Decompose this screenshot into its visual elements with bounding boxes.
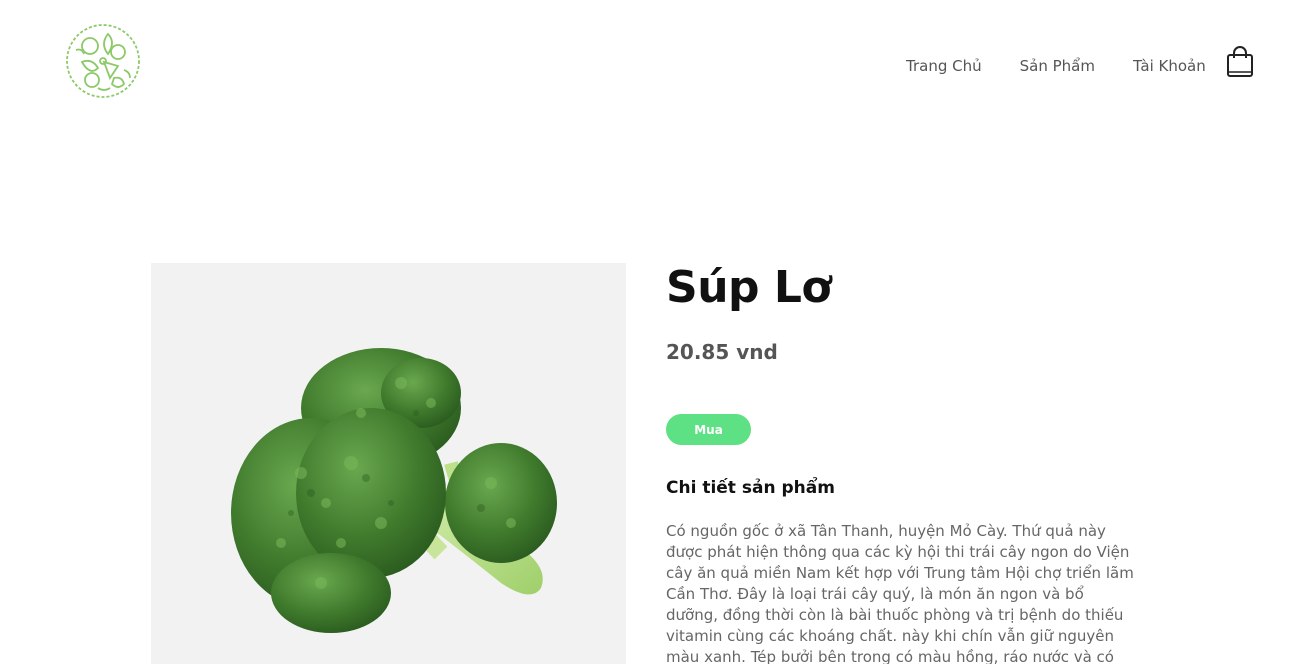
product-title: Súp Lơ: [666, 262, 832, 313]
shopping-bag-icon[interactable]: [1226, 46, 1254, 78]
product-image: [151, 263, 626, 664]
vegetable-logo-icon[interactable]: [64, 22, 142, 100]
product-info: Súp Lơ 20.85 vnd Mua Chi tiết sản phẩm C…: [666, 262, 1141, 664]
buy-button[interactable]: Mua: [666, 414, 751, 445]
nav-link-account[interactable]: Tài Khoản: [1133, 57, 1206, 75]
nav-link-home[interactable]: Trang Chủ: [906, 57, 982, 75]
product-description: Có nguồn gốc ở xã Tân Thanh, huyện Mỏ Cà…: [666, 522, 1134, 664]
product-price: 20.85 vnd: [666, 340, 778, 364]
main-nav: Trang Chủ Sản Phẩm Tài Khoản: [906, 46, 1254, 78]
nav-link-products[interactable]: Sản Phẩm: [1020, 57, 1095, 75]
product-page: Trang Chủ Sản Phẩm Tài Khoản Súp Lơ 20.8…: [0, 0, 1289, 664]
product-detail-heading: Chi tiết sản phẩm: [666, 478, 835, 498]
broccoli-image: [231, 348, 557, 633]
